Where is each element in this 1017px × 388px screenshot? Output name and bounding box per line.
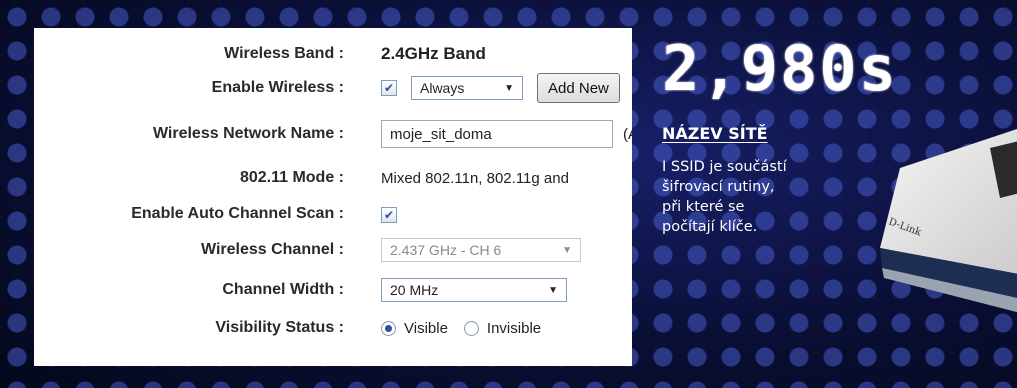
network-name-hint: (A bbox=[623, 125, 632, 143]
wireless-band-label: Wireless Band : bbox=[224, 45, 344, 62]
enable-wireless-checkbox[interactable]: ✔ bbox=[381, 80, 397, 96]
chevron-down-icon: ▼ bbox=[504, 82, 514, 94]
auto-channel-checkbox[interactable]: ✔ bbox=[381, 206, 397, 223]
section-title: NÁZEV SÍTĚ bbox=[662, 124, 768, 143]
channel-select[interactable]: 2.437 GHz - CH 6 ▼ bbox=[381, 238, 581, 262]
mode-row: 802.11 Mode : Mixed 802.11n, 802.11g and bbox=[34, 164, 632, 192]
auto-channel-row: Enable Auto Channel Scan : ✔ bbox=[34, 200, 632, 228]
network-name-label: Wireless Network Name : bbox=[152, 125, 344, 142]
wireless-settings-panel: Wireless Band : 2.4GHz Band Enable Wirel… bbox=[34, 28, 632, 366]
mode-label: 802.11 Mode : bbox=[239, 169, 344, 186]
wireless-band-row: Wireless Band : 2.4GHz Band bbox=[34, 40, 632, 68]
section-body: I SSID je součástí šifrovací rutiny, při… bbox=[662, 159, 787, 235]
visible-radio[interactable] bbox=[381, 320, 396, 336]
mode-select[interactable]: Mixed 802.11n, 802.11g and bbox=[381, 170, 632, 187]
invisible-radio[interactable] bbox=[463, 320, 479, 336]
visible-radio-label: Visible bbox=[404, 319, 448, 337]
chevron-down-icon: ▼ bbox=[562, 244, 572, 256]
channel-width-label: Channel Width : bbox=[222, 281, 344, 298]
chevron-down-icon: ▼ bbox=[548, 284, 558, 296]
headline: 2,980s bbox=[662, 32, 898, 105]
channel-label: Wireless Channel : bbox=[200, 241, 344, 258]
schedule-select[interactable]: Always ▼ bbox=[411, 76, 523, 100]
auto-channel-label: Enable Auto Channel Scan : bbox=[131, 205, 344, 222]
channel-width-select[interactable]: 20 MHz ▼ bbox=[381, 278, 567, 302]
wireless-band-value: 2.4GHz Band bbox=[381, 44, 486, 63]
enable-wireless-row: Enable Wireless : ✔ Always ▼ Add New bbox=[34, 73, 632, 103]
channel-width-row: Channel Width : 20 MHz ▼ bbox=[34, 276, 632, 304]
visibility-row: Visibility Status : Visible Invisible bbox=[34, 314, 632, 342]
visibility-label: Visibility Status : bbox=[215, 319, 344, 336]
enable-wireless-label: Enable Wireless : bbox=[211, 79, 344, 96]
add-new-button[interactable]: Add New bbox=[537, 73, 620, 103]
invisible-radio-label: Invisible bbox=[486, 319, 542, 337]
network-name-row: Wireless Network Name : moje_sit_doma (A bbox=[34, 120, 632, 148]
router-image: D-Link bbox=[880, 129, 1017, 313]
network-name-input[interactable]: moje_sit_doma bbox=[381, 120, 613, 148]
channel-row: Wireless Channel : 2.437 GHz - CH 6 ▼ bbox=[34, 236, 632, 264]
